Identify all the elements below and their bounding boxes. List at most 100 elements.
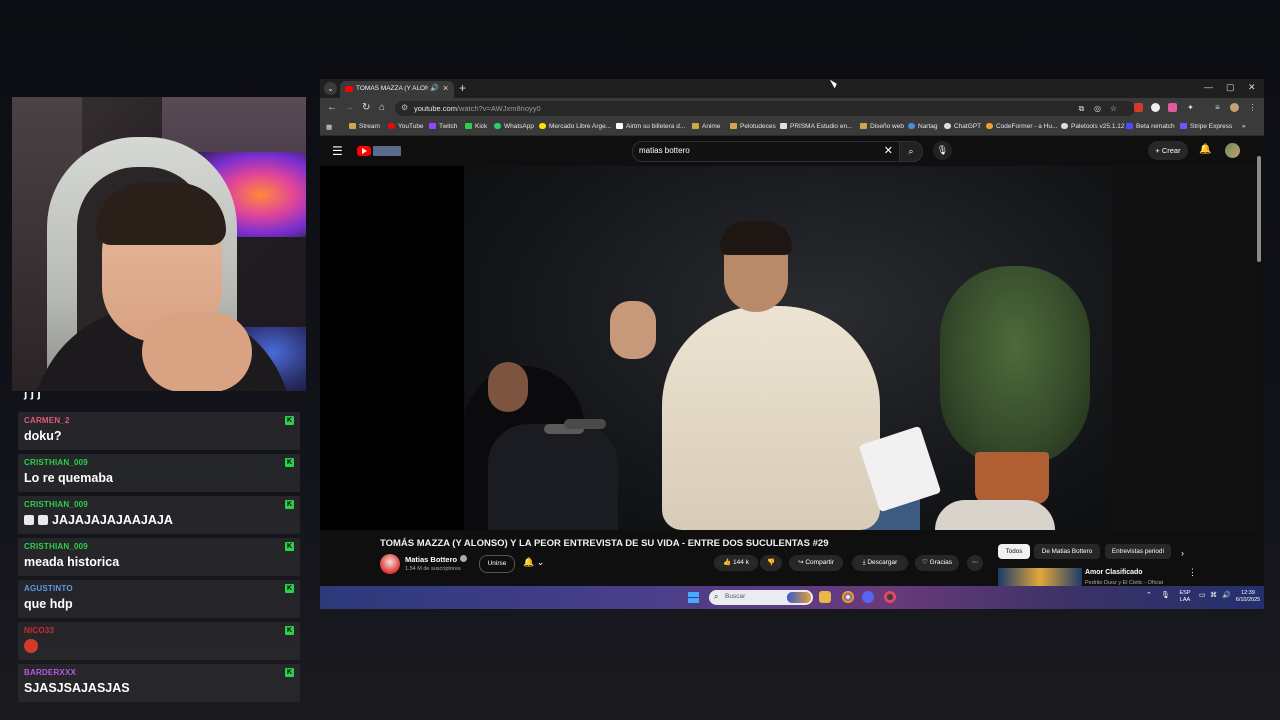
minimize-button[interactable]: — bbox=[1204, 82, 1213, 92]
join-button[interactable]: Unirse bbox=[479, 555, 515, 573]
chip-interviews[interactable]: Entrevistas periodí bbox=[1105, 544, 1171, 559]
input-language[interactable]: ESP LAA bbox=[1177, 590, 1193, 604]
bookmark-item[interactable]: Twitch bbox=[429, 123, 457, 130]
chat-username[interactable]: CRISTHIAN_009 bbox=[24, 500, 88, 509]
bookmark-item[interactable]: Stream bbox=[349, 123, 380, 130]
bookmark-item[interactable]: WhatsApp bbox=[494, 123, 534, 130]
extension-icon[interactable] bbox=[1134, 103, 1143, 112]
thanks-button[interactable]: ♡ Gracias bbox=[915, 555, 959, 571]
eye-off-icon[interactable]: ◎ bbox=[1093, 104, 1102, 113]
tab-search-button[interactable]: ⌄ bbox=[324, 82, 337, 95]
recommended-menu-icon[interactable]: ⋮ bbox=[1188, 567, 1197, 578]
chat-text-with-emotes bbox=[24, 639, 38, 654]
clear-search-icon[interactable]: ✕ bbox=[884, 144, 893, 157]
bookmark-star-icon[interactable]: ☆ bbox=[1109, 104, 1118, 113]
video-guest-arm bbox=[488, 362, 528, 412]
youtube-logo-wordmark[interactable] bbox=[373, 146, 401, 156]
bookmark-item[interactable]: Airtm su billetera d... bbox=[616, 123, 685, 130]
account-avatar[interactable] bbox=[1225, 143, 1240, 158]
tab-youtube[interactable]: TOMÁS MAZZA (Y ALONSO) 🔊 × bbox=[340, 81, 454, 98]
extension-icon[interactable] bbox=[1168, 103, 1177, 112]
extension-icon[interactable] bbox=[1151, 103, 1160, 112]
bookmark-item[interactable]: Beta rematch bbox=[1126, 123, 1175, 130]
profile-avatar-icon[interactable] bbox=[1230, 103, 1239, 112]
bookmark-item[interactable]: PRISMA Estudio en... bbox=[780, 123, 853, 130]
emote-icon bbox=[38, 515, 48, 525]
taskbar-search[interactable]: ⌕ Buscar bbox=[709, 590, 813, 605]
more-bookmarks-icon[interactable]: » bbox=[1242, 123, 1246, 130]
page-scrollbar[interactable] bbox=[1257, 156, 1261, 262]
bookmark-item[interactable]: Nartag bbox=[908, 123, 938, 130]
new-tab-button[interactable]: + bbox=[459, 81, 466, 95]
show-hidden-icons-chevron[interactable]: ⌃ bbox=[1146, 591, 1152, 599]
bookmark-item[interactable]: Kick bbox=[465, 123, 487, 130]
bookmark-item[interactable]: ChatGPT bbox=[944, 123, 981, 130]
microphone-tray-icon[interactable]: 🎙 bbox=[1161, 591, 1170, 599]
reload-button[interactable]: ↻ bbox=[362, 102, 370, 113]
video-player[interactable] bbox=[320, 166, 1256, 530]
install-app-icon[interactable]: ⧉ bbox=[1077, 104, 1086, 113]
home-button[interactable]: ⌂ bbox=[379, 102, 385, 113]
search-input[interactable]: matias bottero ✕ bbox=[632, 141, 900, 162]
chat-username[interactable]: BARDERXXX bbox=[24, 668, 76, 677]
chat-message: CARMEN_2 K doku? bbox=[18, 412, 300, 450]
chat-username[interactable]: AGUSTINTO bbox=[24, 584, 73, 593]
file-explorer-icon[interactable] bbox=[819, 591, 831, 603]
network-icon[interactable]: ⌘ bbox=[1210, 591, 1217, 599]
bookmark-item[interactable]: YouTube bbox=[388, 123, 424, 130]
bookmark-item[interactable]: Stripe Express bbox=[1180, 123, 1232, 130]
chip-all[interactable]: Todos bbox=[998, 544, 1030, 559]
discord-icon[interactable] bbox=[862, 591, 874, 603]
microphone-icon[interactable]: 🎙 bbox=[933, 141, 952, 160]
apps-grid-icon[interactable]: ▦ bbox=[326, 123, 332, 131]
chip-from-channel[interactable]: De Matias Bottero bbox=[1034, 544, 1100, 559]
channel-avatar[interactable] bbox=[380, 554, 400, 574]
more-actions-button[interactable]: ⋯ bbox=[967, 555, 983, 571]
forward-button[interactable]: → bbox=[344, 102, 354, 113]
menu-icon[interactable]: ☰ bbox=[332, 144, 343, 158]
clock[interactable]: 12:39 6/10/2025 bbox=[1232, 590, 1264, 604]
download-button[interactable]: ⤓ Descargar bbox=[852, 555, 908, 571]
address-bar[interactable]: ⚙ youtube.com/watch?v=AWJxm8noyy0 ⧉ ◎ ☆ bbox=[395, 101, 1135, 116]
media-controls-icon[interactable]: ≡ bbox=[1213, 103, 1222, 112]
video-host bbox=[662, 306, 880, 530]
bookmark-item[interactable]: Pelotudeces bbox=[730, 123, 776, 130]
video-plant-pot bbox=[975, 452, 1049, 504]
back-button[interactable]: ← bbox=[327, 102, 337, 113]
search-button[interactable]: ⌕ bbox=[899, 141, 923, 162]
extensions-puzzle-icon[interactable]: ✦ bbox=[1186, 103, 1195, 112]
monitor-tray-icon[interactable]: ▭ bbox=[1199, 591, 1206, 599]
speaker-icon[interactable]: 🔊 bbox=[430, 84, 439, 92]
share-button[interactable]: ↪ Compartir bbox=[789, 555, 843, 571]
youtube-logo-icon[interactable] bbox=[357, 146, 371, 156]
notifications-bell-icon[interactable]: 🔔 bbox=[1199, 144, 1211, 155]
emote-icon bbox=[24, 639, 38, 653]
recommended-thumbnail[interactable] bbox=[998, 568, 1082, 586]
chat-username[interactable]: CARMEN_2 bbox=[24, 416, 70, 425]
chat-username[interactable]: CRISTHIAN_009 bbox=[24, 542, 88, 551]
create-button[interactable]: + Crear bbox=[1148, 141, 1188, 160]
volume-icon[interactable]: 🔊 bbox=[1222, 591, 1231, 599]
close-window-button[interactable]: ✕ bbox=[1248, 82, 1256, 93]
chat-username[interactable]: CRISTHIAN_009 bbox=[24, 458, 88, 467]
stream-chat: j j j CARMEN_2 K doku? CRISTHIAN_009 K L… bbox=[12, 392, 308, 708]
windows-start-icon[interactable] bbox=[688, 592, 699, 603]
obs-icon[interactable] bbox=[884, 591, 896, 603]
chrome-icon[interactable] bbox=[842, 591, 854, 603]
maximize-button[interactable]: ▢ bbox=[1226, 82, 1235, 93]
bookmark-item[interactable]: Paletools v25.1.12 bbox=[1061, 123, 1124, 130]
dislike-button[interactable]: 👎 bbox=[760, 555, 782, 571]
channel-name-link[interactable]: Matias Bottero bbox=[405, 555, 468, 564]
bookmark-item[interactable]: Diseño web bbox=[860, 123, 904, 130]
chevron-right-icon[interactable]: › bbox=[1181, 548, 1184, 558]
bookmark-item[interactable]: CodeFormer - a Hu... bbox=[986, 123, 1057, 130]
close-tab-icon[interactable]: × bbox=[443, 83, 448, 93]
subscription-bell-icon[interactable]: 🔔 ⌄ bbox=[523, 557, 544, 568]
bookmark-item[interactable]: Mercado Libre Arge... bbox=[539, 123, 611, 130]
recommended-title[interactable]: Amor Clasificado bbox=[1085, 569, 1143, 576]
bookmark-item[interactable]: Anime bbox=[692, 123, 720, 130]
site-info-icon[interactable]: ⚙ bbox=[401, 103, 408, 112]
like-button[interactable]: 👍 144 k bbox=[714, 555, 758, 571]
chat-username[interactable]: NICO33 bbox=[24, 626, 54, 635]
browser-menu-icon[interactable]: ⋮ bbox=[1248, 103, 1257, 112]
